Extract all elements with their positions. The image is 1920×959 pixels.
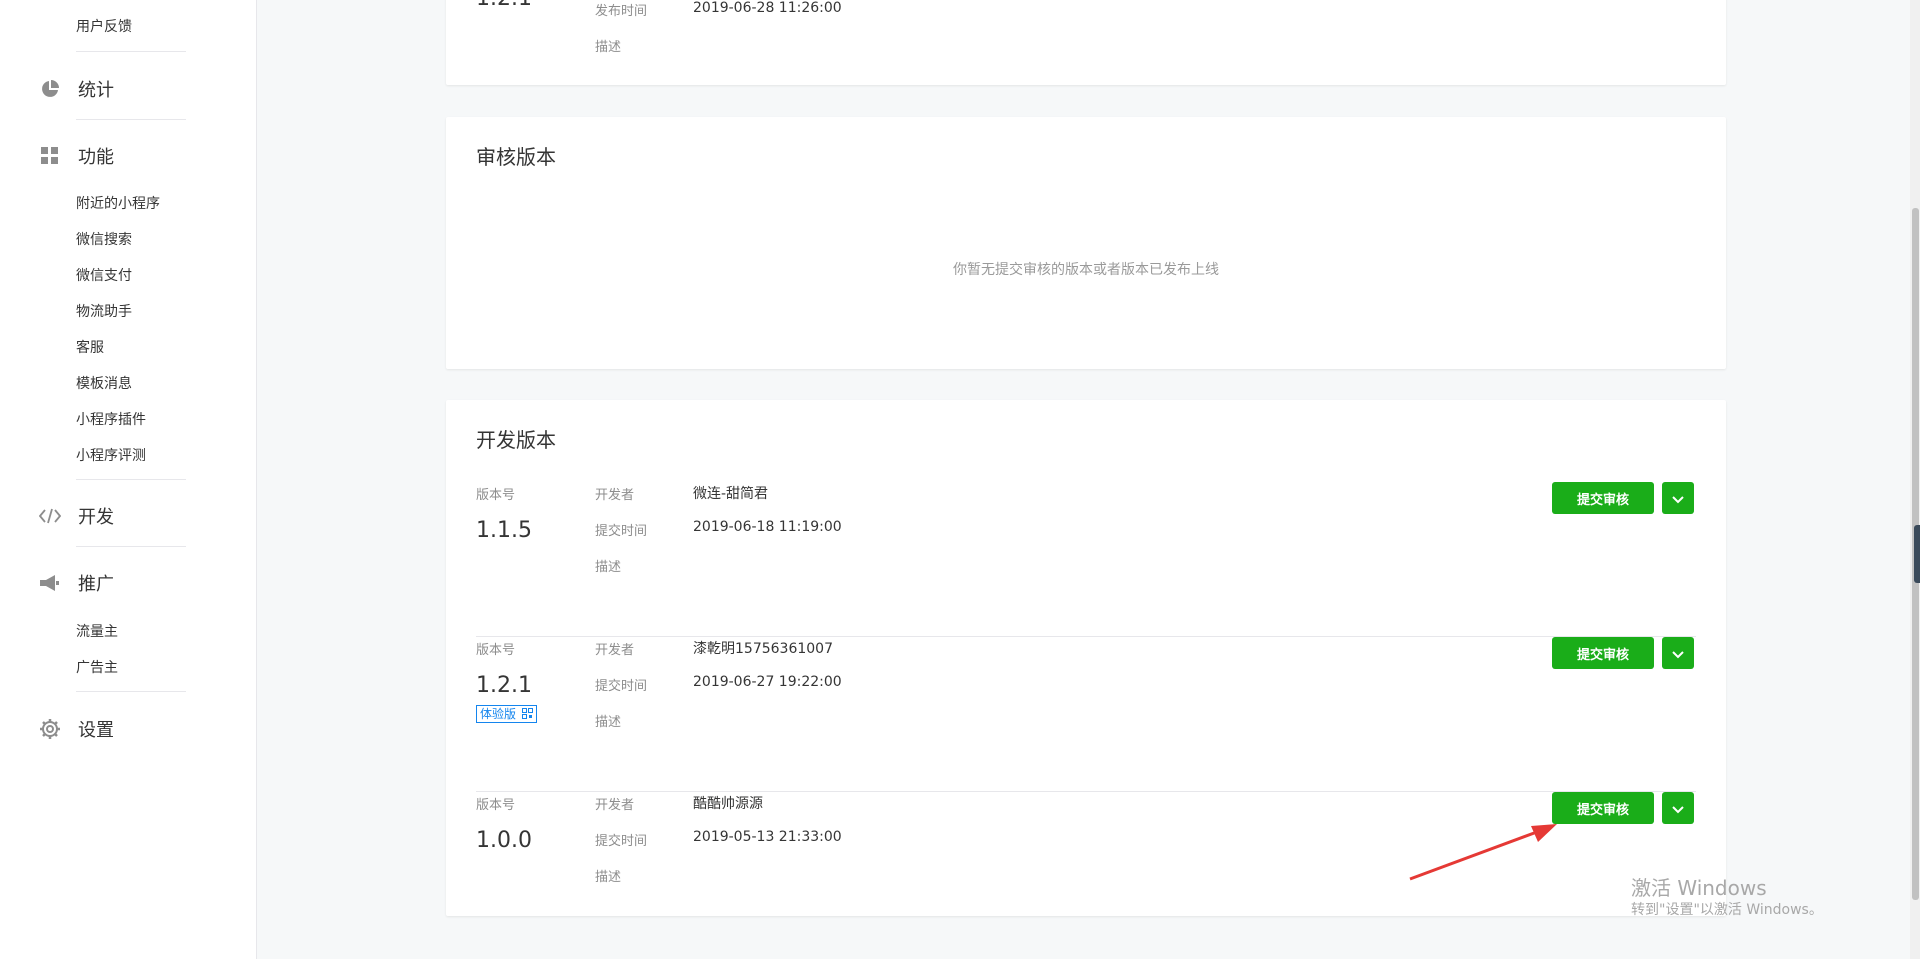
side-floating-tab[interactable] — [1914, 525, 1920, 583]
activation-watermark-subtitle: 转到"设置"以激活 Windows。 — [1631, 902, 1823, 918]
annotation-arrow — [1409, 824, 1557, 881]
activation-watermark-title: 激活 Windows — [1631, 876, 1767, 900]
scrollbar[interactable] — [1910, 0, 1920, 959]
